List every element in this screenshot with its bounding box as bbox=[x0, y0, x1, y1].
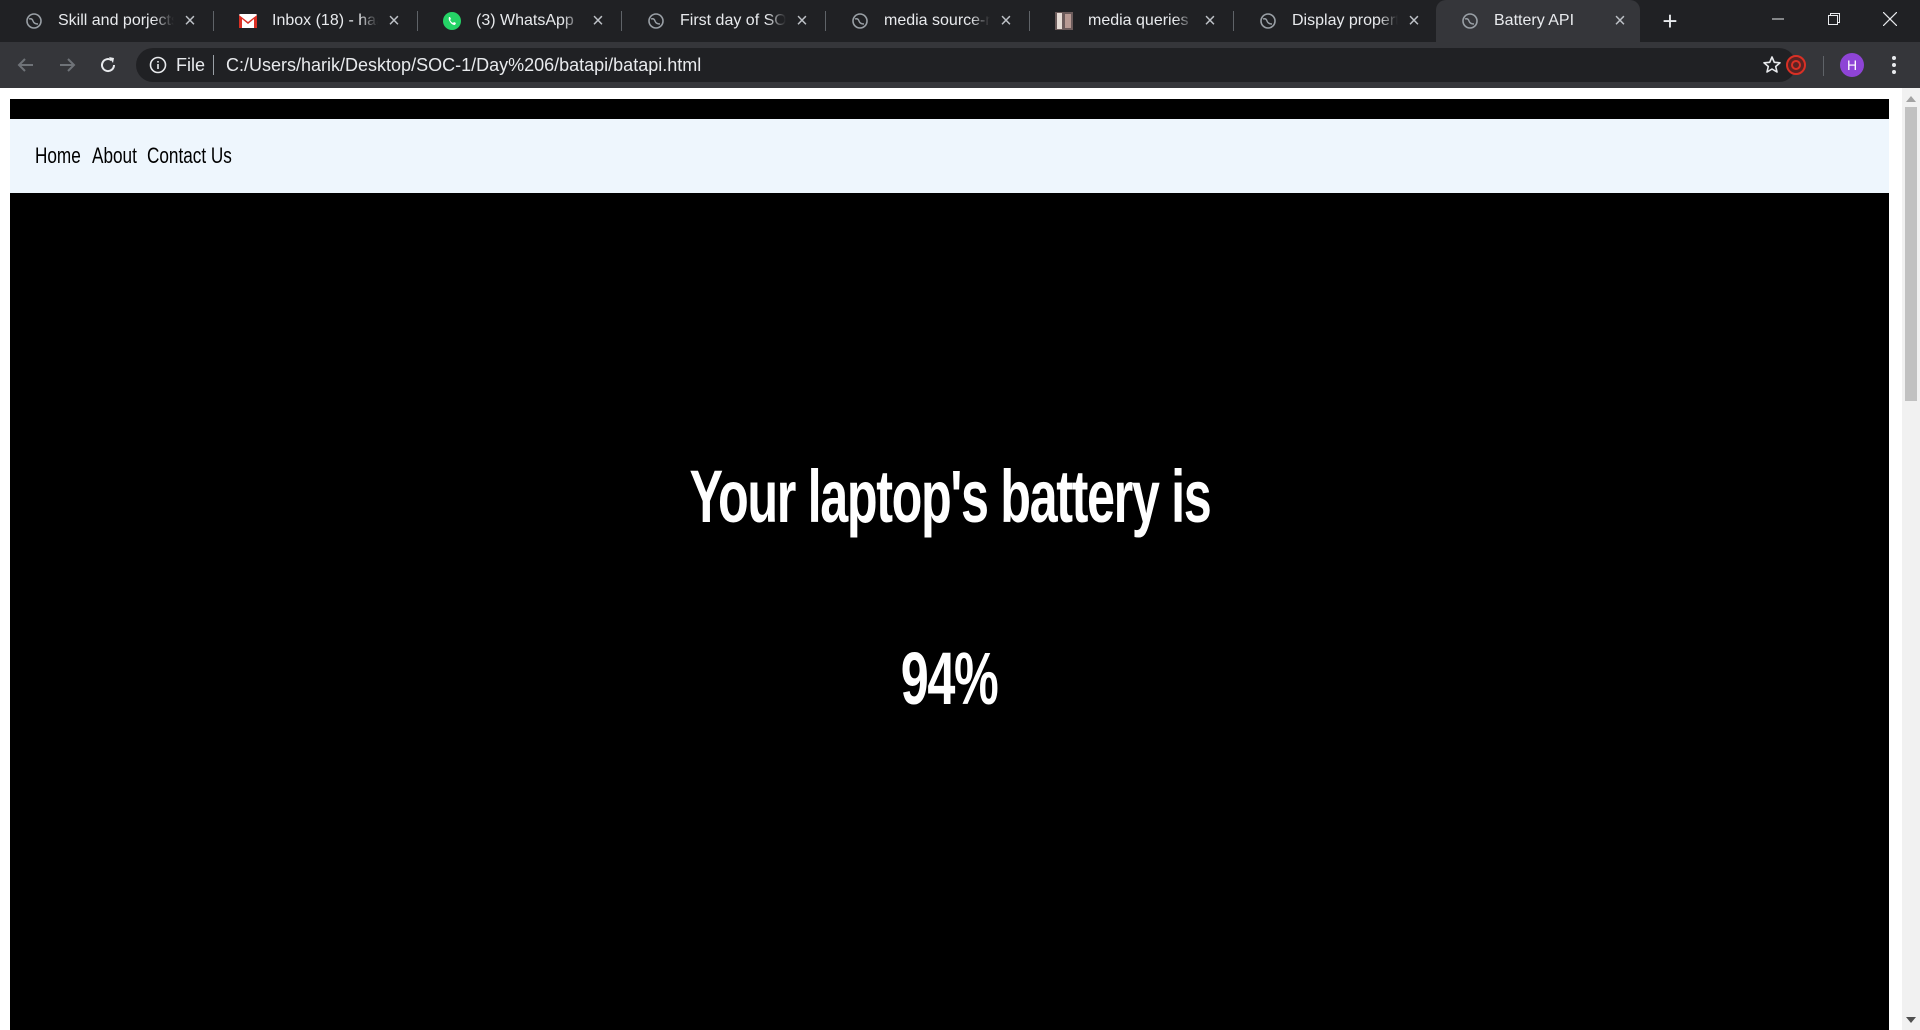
restore-button[interactable] bbox=[1806, 0, 1862, 38]
tab-title: media source-med bbox=[884, 12, 990, 29]
gmail-icon bbox=[238, 11, 258, 31]
vertical-scrollbar[interactable] bbox=[1902, 88, 1920, 1030]
close-icon[interactable]: × bbox=[1610, 11, 1630, 31]
tab-title: Display property bbox=[1292, 12, 1398, 29]
url-scheme-label: File bbox=[176, 54, 206, 75]
back-arrow-icon bbox=[17, 58, 33, 72]
tab-title: Battery API bbox=[1494, 12, 1575, 29]
scroll-down-arrow-icon[interactable] bbox=[1902, 1011, 1920, 1028]
tab-media-source[interactable]: media source-med × bbox=[826, 0, 1026, 42]
battery-page: Home About Contact Us Your laptop's batt… bbox=[10, 99, 1889, 1030]
tab-battery-api[interactable]: Battery API × bbox=[1436, 0, 1640, 42]
minimize-button[interactable] bbox=[1750, 0, 1806, 38]
tab-title: media queries bbox=[1088, 12, 1189, 29]
hero-section bbox=[10, 193, 1889, 1030]
tab-display-property[interactable]: Display property × bbox=[1234, 0, 1434, 42]
tab-whatsapp[interactable]: (3) WhatsApp × bbox=[418, 0, 618, 42]
whatsapp-icon bbox=[442, 11, 462, 31]
globe-icon bbox=[24, 11, 44, 31]
tab-media-queries[interactable]: media queries × bbox=[1030, 0, 1230, 42]
forward-button[interactable] bbox=[51, 49, 83, 81]
info-icon[interactable] bbox=[148, 55, 168, 75]
tab-title: Inbox (18) - haarik bbox=[272, 12, 378, 29]
page-viewport: Home About Contact Us Your laptop's batt… bbox=[0, 88, 1902, 1030]
battery-headline: Your laptop's battery is bbox=[10, 457, 1889, 537]
divider bbox=[1823, 56, 1824, 76]
divider bbox=[213, 55, 215, 75]
tab-title: (3) WhatsApp bbox=[476, 12, 574, 29]
close-icon[interactable]: × bbox=[996, 11, 1016, 31]
tab-title: Skill and porjects o bbox=[58, 12, 174, 29]
globe-icon bbox=[646, 11, 666, 31]
menu-dots-icon[interactable] bbox=[1882, 53, 1906, 77]
extension-icon[interactable] bbox=[1784, 53, 1808, 77]
tab-strip: Skill and porjects o × Inbox (18) - haar… bbox=[0, 0, 1920, 42]
close-icon bbox=[1883, 12, 1897, 26]
browser-toolbar: File C:/Users/harik/Desktop/SOC-1/Day%20… bbox=[0, 42, 1920, 88]
back-button[interactable] bbox=[10, 49, 42, 81]
battery-percent-value: 94% bbox=[901, 637, 999, 720]
tab-inbox[interactable]: Inbox (18) - haarik × bbox=[214, 0, 414, 42]
address-bar[interactable]: File C:/Users/harik/Desktop/SOC-1/Day%20… bbox=[136, 48, 1796, 82]
nav-link-about[interactable]: About bbox=[92, 143, 137, 169]
url-text[interactable]: C:/Users/harik/Desktop/SOC-1/Day%206/bat… bbox=[226, 55, 701, 76]
minimize-icon bbox=[1772, 18, 1784, 20]
close-window-button[interactable] bbox=[1862, 0, 1918, 38]
tab-first-day-soc[interactable]: First day of SOC × bbox=[622, 0, 822, 42]
top-strip bbox=[10, 99, 1889, 119]
bookmark-star-icon[interactable] bbox=[1762, 55, 1782, 75]
new-tab-button[interactable]: + bbox=[1656, 7, 1684, 35]
reload-button[interactable] bbox=[92, 49, 124, 81]
battery-percent: 94% bbox=[10, 639, 1889, 719]
scroll-up-arrow-icon[interactable] bbox=[1902, 90, 1920, 107]
scrollbar-thumb[interactable] bbox=[1905, 107, 1917, 401]
globe-icon bbox=[850, 11, 870, 31]
globe-icon bbox=[1258, 11, 1278, 31]
image-thumbnail-icon bbox=[1054, 11, 1074, 31]
close-icon[interactable]: × bbox=[588, 11, 608, 31]
close-icon[interactable]: × bbox=[1200, 11, 1220, 31]
headline-text: Your laptop's battery is bbox=[689, 455, 1211, 538]
close-icon[interactable]: × bbox=[180, 11, 200, 31]
forward-arrow-icon bbox=[60, 58, 76, 72]
nav-link-contact[interactable]: Contact Us bbox=[147, 143, 232, 169]
site-navbar: Home About Contact Us bbox=[10, 119, 1889, 193]
globe-icon bbox=[1460, 11, 1480, 31]
nav-link-home[interactable]: Home bbox=[35, 143, 81, 169]
close-icon[interactable]: × bbox=[1404, 11, 1424, 31]
profile-avatar[interactable]: H bbox=[1840, 53, 1864, 77]
tab-title: First day of SOC bbox=[680, 12, 786, 29]
close-icon[interactable]: × bbox=[384, 11, 404, 31]
reload-icon bbox=[101, 57, 116, 73]
close-icon[interactable]: × bbox=[792, 11, 812, 31]
restore-icon bbox=[1828, 13, 1840, 25]
tab-skill-projects[interactable]: Skill and porjects o × bbox=[0, 0, 210, 42]
